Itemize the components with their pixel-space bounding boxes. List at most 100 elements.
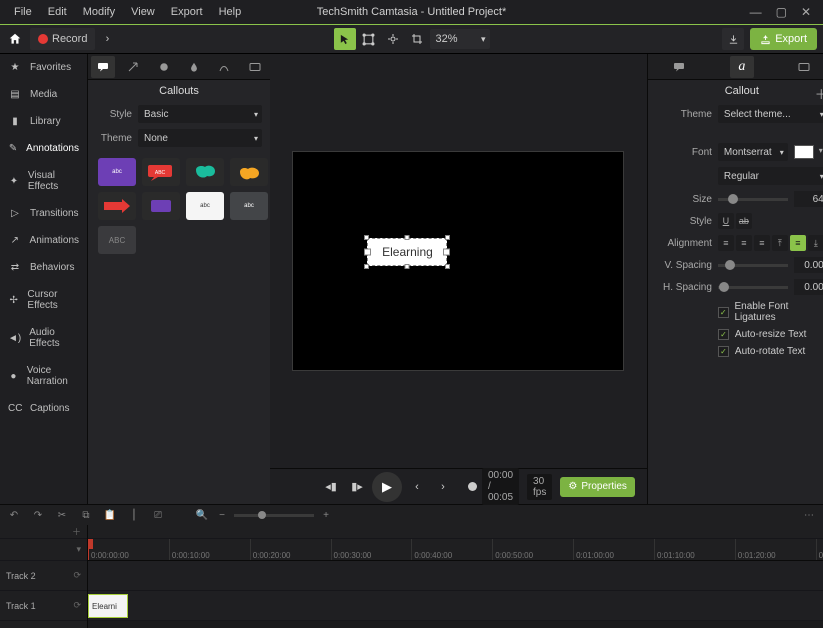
resize-handle[interactable]: [405, 235, 410, 240]
tab-visual-props[interactable]: [667, 56, 691, 78]
step-fwd-button[interactable]: ›: [432, 476, 454, 498]
sidebar-item-media[interactable]: ▤Media: [0, 81, 87, 108]
hspacing-slider[interactable]: [718, 286, 788, 289]
align-top-button[interactable]: ⤒: [772, 235, 788, 251]
step-back-button[interactable]: ‹: [406, 476, 428, 498]
size-input[interactable]: [794, 191, 823, 207]
timeline-menu[interactable]: ⋯: [801, 507, 817, 523]
crop-handles-tool[interactable]: [358, 28, 380, 50]
tab-arrows[interactable]: [121, 56, 145, 78]
tab-sketch[interactable]: [212, 56, 236, 78]
prop-weight-select[interactable]: Regular: [718, 167, 823, 185]
track-label[interactable]: Track 2: [6, 571, 36, 581]
zoom-select[interactable]: 32%: [430, 29, 490, 49]
prop-font-select[interactable]: Montserrat: [718, 143, 788, 161]
zoom-out-button[interactable]: 🔍: [194, 507, 210, 523]
timeline-clip[interactable]: Elearni: [88, 594, 128, 618]
record-button[interactable]: Record: [30, 28, 95, 50]
tab-more-props[interactable]: [792, 56, 816, 78]
redo-button[interactable]: ↷: [30, 507, 46, 523]
sidebar-item-behaviors[interactable]: ⇄Behaviors: [0, 254, 87, 281]
callout-thumb[interactable]: [142, 192, 180, 220]
timeline-ruler[interactable]: 0:00:00:00 0:00:10:00 0:00:20:00 0:00:30…: [88, 539, 823, 561]
menu-view[interactable]: View: [123, 3, 163, 21]
select-tool[interactable]: [334, 28, 356, 50]
track-row[interactable]: [88, 561, 823, 591]
resize-handle[interactable]: [445, 264, 450, 269]
add-prop-button[interactable]: ＋: [815, 84, 823, 103]
align-bottom-button[interactable]: ⤓: [808, 235, 823, 251]
sidebar-item-cursor-effects[interactable]: ✢Cursor Effects: [0, 281, 87, 319]
sidebar-item-favorites[interactable]: ★Favorites: [0, 54, 87, 81]
playhead[interactable]: [88, 539, 89, 560]
sidebar-item-annotations[interactable]: ✎Annotations: [0, 135, 87, 162]
resize-handle[interactable]: [445, 235, 450, 240]
font-color-swatch[interactable]: [794, 145, 814, 159]
slider-handle[interactable]: [728, 194, 738, 204]
prev-frame-button[interactable]: ◂▮: [320, 476, 342, 498]
sidebar-item-audio-effects[interactable]: ◄)Audio Effects: [0, 319, 87, 357]
timeline-tracks[interactable]: 0:00:00:00 0:00:10:00 0:00:20:00 0:00:30…: [88, 525, 823, 628]
sidebar-item-visual-effects[interactable]: ✦Visual Effects: [0, 162, 87, 200]
canvas[interactable]: Elearning: [292, 151, 624, 371]
snapshot-button[interactable]: ⎚: [150, 507, 166, 523]
resize-handle[interactable]: [364, 264, 369, 269]
menu-modify[interactable]: Modify: [75, 3, 123, 21]
slider-handle[interactable]: [725, 260, 735, 270]
size-slider[interactable]: [718, 198, 788, 201]
callout-thumb[interactable]: [230, 158, 268, 186]
zoom-minus[interactable]: −: [214, 507, 230, 523]
align-right-button[interactable]: ≡: [754, 235, 770, 251]
tab-text-props[interactable]: a: [730, 56, 754, 78]
tab-callouts[interactable]: [91, 56, 115, 78]
export-button[interactable]: Export: [750, 28, 817, 50]
hspacing-input[interactable]: [794, 279, 823, 295]
tab-blur[interactable]: [182, 56, 206, 78]
prop-theme-select[interactable]: Select theme...: [718, 105, 823, 123]
track-label[interactable]: Track 1: [6, 601, 36, 611]
crop-tool[interactable]: [406, 28, 428, 50]
sidebar-item-transitions[interactable]: ▷Transitions: [0, 200, 87, 227]
sidebar-item-voice-narration[interactable]: ●Voice Narration: [0, 357, 87, 395]
paste-button[interactable]: 📋: [102, 507, 118, 523]
pan-tool[interactable]: [382, 28, 404, 50]
callout-thumb[interactable]: abc: [98, 158, 136, 186]
resize-handle[interactable]: [364, 235, 369, 240]
callout-object[interactable]: Elearning: [367, 238, 447, 266]
autoresize-checkbox[interactable]: ✓: [718, 329, 729, 340]
callout-thumb[interactable]: ABC: [98, 226, 136, 254]
timeline-zoom-slider[interactable]: [234, 514, 314, 517]
strikethrough-button[interactable]: ab: [736, 213, 752, 229]
maximize-button[interactable]: ▢: [776, 5, 787, 19]
callout-thumb[interactable]: abc: [230, 192, 268, 220]
split-button[interactable]: ⎮: [126, 507, 142, 523]
ligatures-checkbox[interactable]: ✓: [718, 307, 729, 318]
undo-button[interactable]: ↶: [6, 507, 22, 523]
menu-file[interactable]: File: [6, 3, 40, 21]
minimize-button[interactable]: —: [750, 5, 762, 19]
vspacing-slider[interactable]: [718, 264, 788, 267]
next-marker-button[interactable]: ▮▸: [346, 476, 368, 498]
properties-button[interactable]: ⚙ Properties: [560, 477, 635, 497]
play-button[interactable]: ▶: [372, 472, 402, 502]
sidebar-item-library[interactable]: ▮Library: [0, 108, 87, 135]
scrubber-handle[interactable]: [468, 482, 477, 491]
align-center-button[interactable]: ≡: [736, 235, 752, 251]
callout-thumb[interactable]: ABC: [142, 158, 180, 186]
autorotate-checkbox[interactable]: ✓: [718, 346, 729, 357]
vspacing-input[interactable]: [794, 257, 823, 273]
track-row[interactable]: Elearni: [88, 591, 823, 621]
home-button[interactable]: [0, 24, 30, 54]
track-toggle[interactable]: ⟳: [73, 570, 81, 581]
menu-help[interactable]: Help: [211, 3, 250, 21]
zoom-plus[interactable]: +: [318, 507, 334, 523]
copy-button[interactable]: ⧉: [78, 507, 94, 523]
callout-thumb[interactable]: abc: [186, 192, 224, 220]
underline-button[interactable]: U: [718, 213, 734, 229]
track-toggle[interactable]: ⟳: [73, 600, 81, 611]
align-left-button[interactable]: ≡: [718, 235, 734, 251]
collapse-track-button[interactable]: ▾: [76, 544, 81, 555]
theme-select[interactable]: None: [138, 129, 262, 147]
slider-handle[interactable]: [719, 282, 729, 292]
callout-thumb[interactable]: [98, 192, 136, 220]
